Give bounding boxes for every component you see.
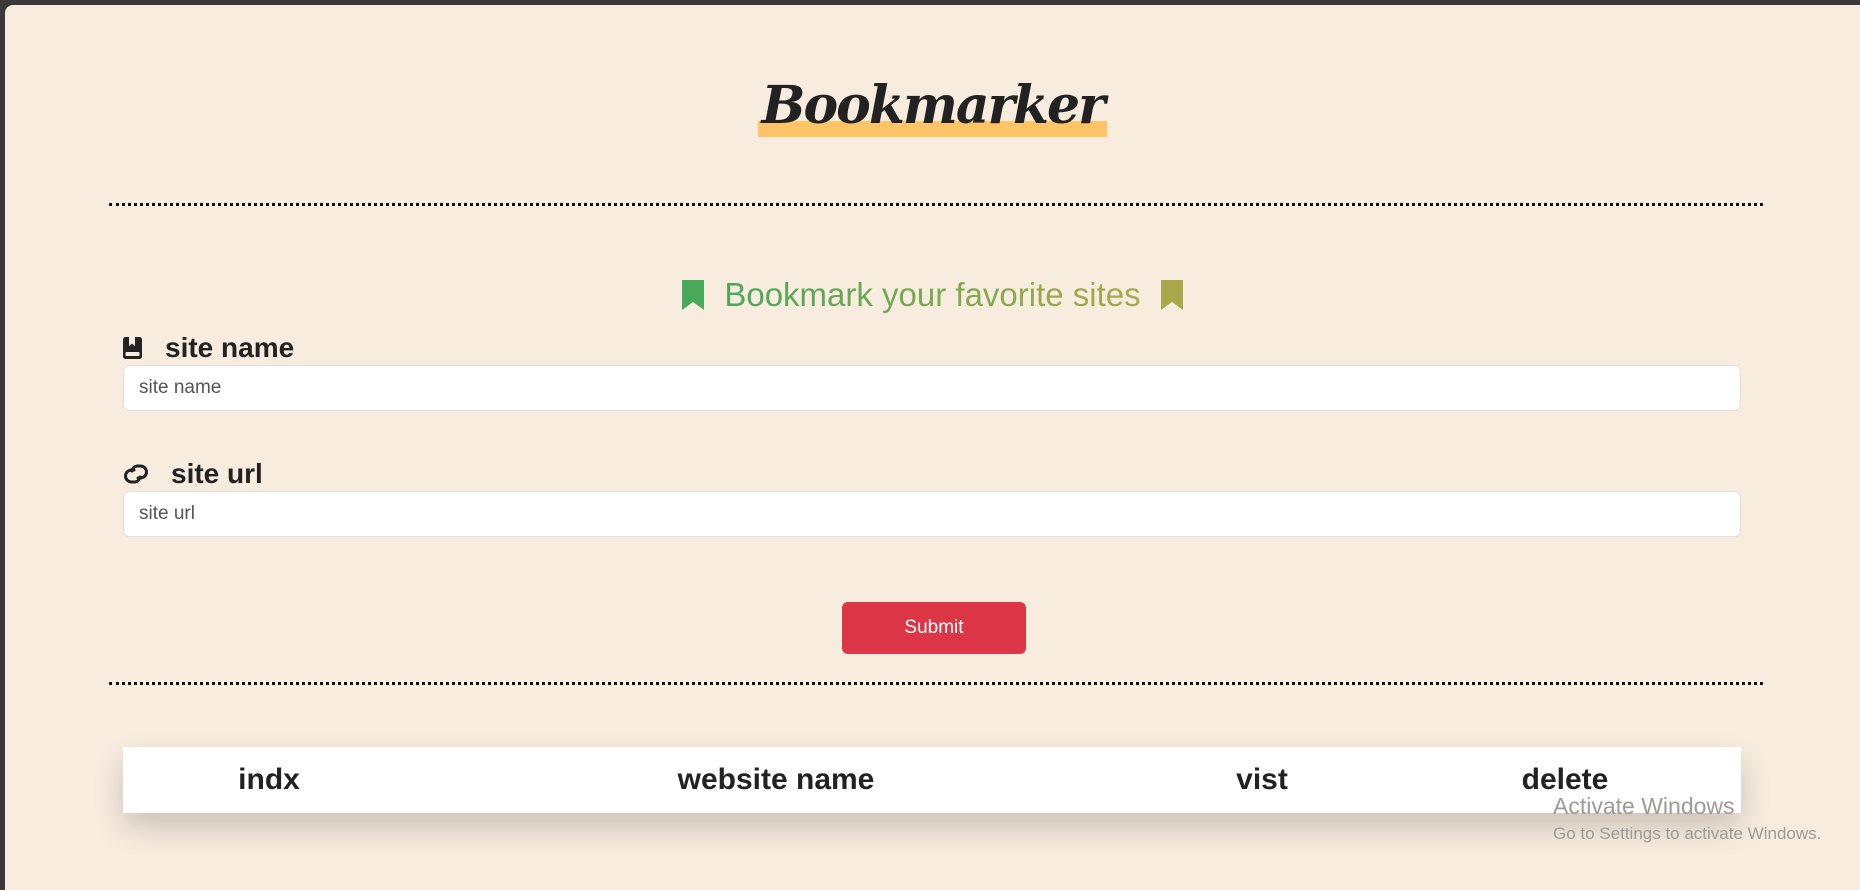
site-name-input[interactable] (123, 365, 1741, 411)
submit-button[interactable]: Submit (842, 602, 1026, 654)
bookmark-icon (1160, 280, 1183, 310)
bookmarks-table: indx website name vist delete (123, 747, 1741, 813)
site-name-label-text: site name (165, 332, 295, 363)
column-header-website-name: website name (677, 763, 875, 796)
watermark-subtitle: Go to Settings to activate Windows. (1553, 824, 1822, 843)
book-bookmark-icon (123, 337, 142, 359)
bookmark-icon (682, 280, 705, 310)
activation-watermark: Activate Windows Go to Settings to activ… (1553, 791, 1821, 847)
logo: Bookmarker (757, 75, 1108, 138)
watermark-title: Activate Windows (1553, 793, 1735, 819)
site-url-label: site url (123, 455, 263, 493)
app-window: Bookmarker Bookmark your favorite sites … (5, 5, 1860, 890)
form-title: Bookmark your favorite sites (5, 273, 1860, 317)
column-header-visit: vist (1236, 763, 1288, 796)
form-title-text: Bookmark your favorite sites (724, 276, 1141, 313)
site-url-input[interactable] (123, 491, 1741, 537)
header: Bookmarker (5, 75, 1860, 138)
column-header-index: indx (238, 763, 300, 796)
site-name-label: site name (123, 329, 294, 367)
site-url-label-text: site url (171, 458, 263, 489)
link-icon (124, 464, 148, 484)
top-divider (109, 203, 1763, 206)
bottom-divider (109, 682, 1763, 685)
